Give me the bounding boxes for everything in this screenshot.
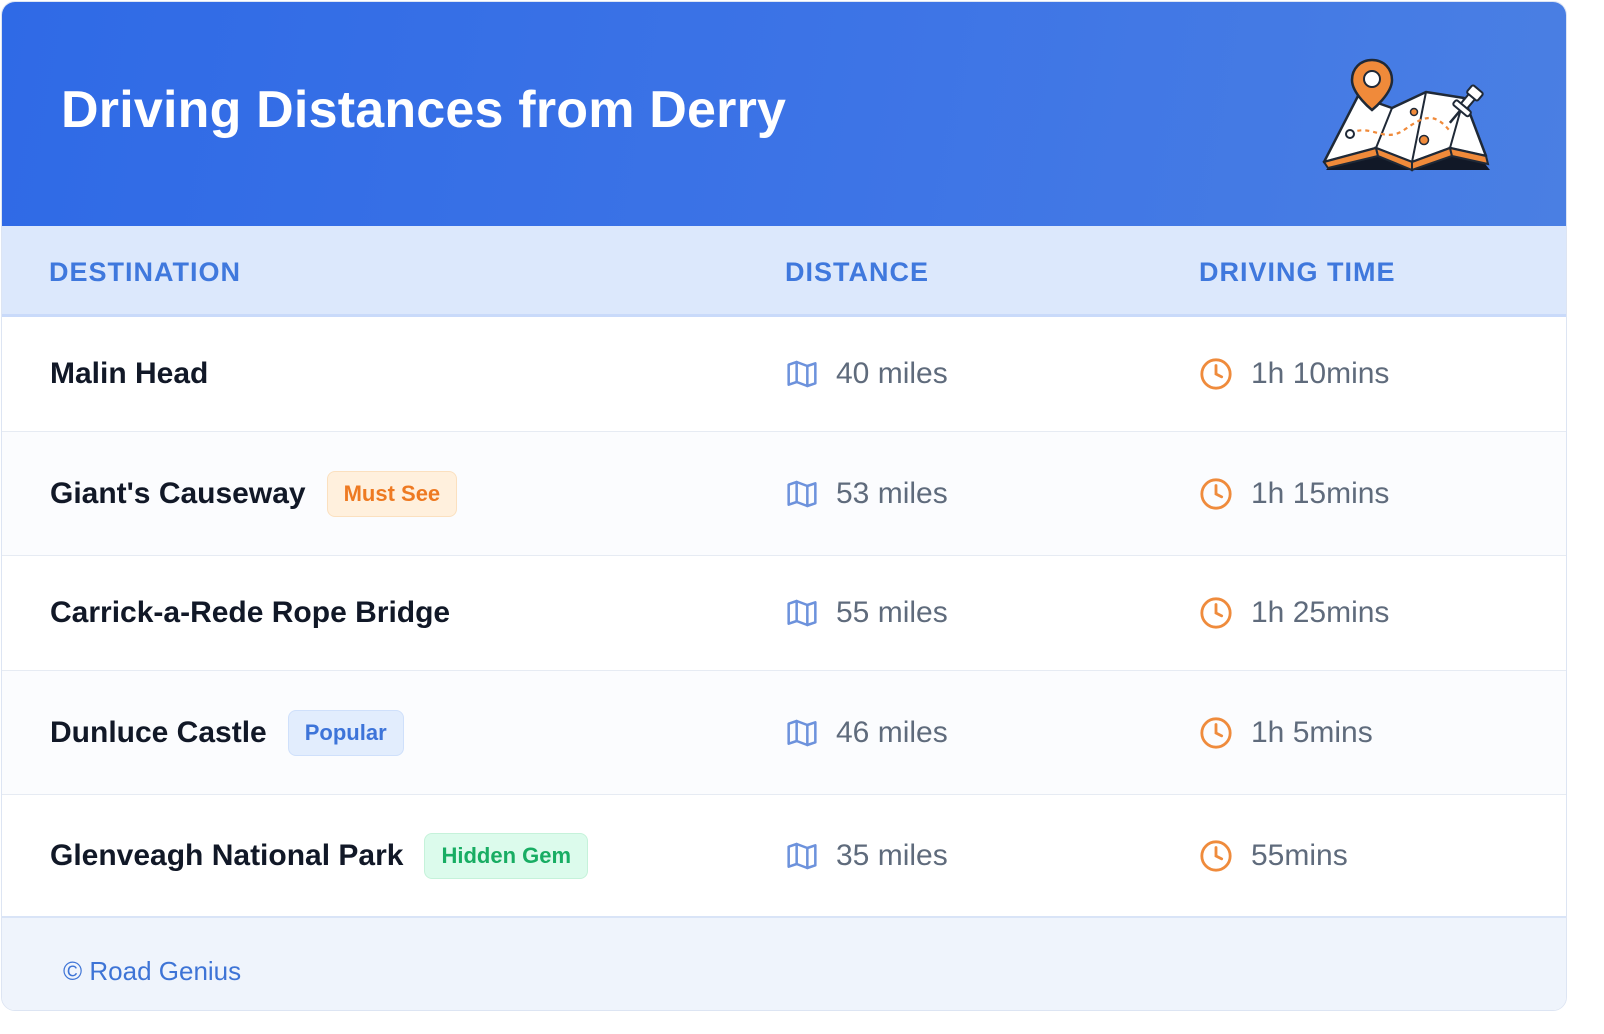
- map-icon: [786, 718, 818, 748]
- copyright-link[interactable]: © Road Genius: [63, 956, 241, 987]
- map-icon: [786, 359, 818, 389]
- table-row[interactable]: Carrick-a-Rede Rope Bridge 55 miles 1h 2…: [2, 556, 1566, 671]
- distance-cell: 40 miles: [786, 357, 948, 391]
- clock-icon: [1199, 839, 1233, 873]
- map-with-pins-icon: [1322, 58, 1490, 172]
- destination-name: Glenveagh National Park: [50, 838, 404, 872]
- column-header-destination[interactable]: DESTINATION: [49, 257, 241, 288]
- distance-value: 40 miles: [836, 357, 948, 390]
- clock-icon: [1199, 477, 1233, 511]
- destination-cell: Dunluce Castle Popular: [50, 709, 404, 756]
- distance-value: 35 miles: [836, 838, 948, 872]
- destination-name: Carrick-a-Rede Rope Bridge: [50, 596, 451, 629]
- time-cell: 1h 15mins: [1199, 477, 1389, 511]
- distance-card: Driving Distances from Derry DESTINATION…: [1, 1, 1567, 1011]
- distance-cell: 53 miles: [786, 477, 948, 511]
- clock-icon: [1199, 716, 1233, 750]
- clock-icon: [1199, 596, 1233, 630]
- distance-value: 55 miles: [836, 596, 948, 629]
- destination-cell: Giant's Causeway Must See: [50, 470, 458, 517]
- time-value: 1h 10mins: [1251, 357, 1390, 390]
- destination-name: Dunluce Castle: [50, 715, 267, 749]
- table-row[interactable]: Malin Head 40 miles 1h 10mins: [2, 317, 1566, 432]
- footer: © Road Genius: [2, 916, 1566, 1010]
- hidden-gem-badge: Hidden Gem: [424, 832, 589, 879]
- destination-name: Malin Head: [50, 357, 209, 390]
- distance-cell: 46 miles: [786, 716, 948, 750]
- time-cell: 55mins: [1199, 839, 1348, 873]
- time-cell: 1h 25mins: [1199, 596, 1389, 630]
- time-value: 1h 15mins: [1251, 476, 1390, 510]
- time-cell: 1h 10mins: [1199, 357, 1389, 391]
- must-see-badge: Must See: [326, 470, 458, 517]
- distance-cell: 35 miles: [786, 839, 948, 873]
- distance-cell: 55 miles: [786, 596, 948, 630]
- distance-value: 46 miles: [836, 715, 948, 749]
- popular-badge: Popular: [287, 709, 404, 756]
- column-header-distance[interactable]: DISTANCE: [785, 257, 929, 288]
- table-row[interactable]: Dunluce Castle Popular 46 miles 1h 5mins: [2, 671, 1566, 795]
- map-icon: [786, 479, 818, 509]
- time-value: 55mins: [1251, 838, 1348, 872]
- page-title: Driving Distances from Derry: [61, 81, 787, 139]
- column-header-driving-time[interactable]: DRIVING TIME: [1199, 257, 1396, 288]
- destination-cell: Malin Head: [50, 357, 208, 391]
- time-value: 1h 25mins: [1251, 596, 1390, 629]
- distance-value: 53 miles: [836, 476, 948, 510]
- table-row[interactable]: Giant's Causeway Must See 53 miles 1h 15…: [2, 432, 1566, 556]
- time-cell: 1h 5mins: [1199, 716, 1373, 750]
- destination-name: Giant's Causeway: [50, 476, 306, 510]
- clock-icon: [1199, 357, 1233, 391]
- table-header: DESTINATION DISTANCE DRIVING TIME: [2, 226, 1566, 317]
- table-row[interactable]: Glenveagh National Park Hidden Gem 35 mi…: [2, 795, 1566, 916]
- header-banner: Driving Distances from Derry: [2, 2, 1566, 226]
- map-icon: [786, 598, 818, 628]
- map-icon: [786, 841, 818, 871]
- destination-cell: Glenveagh National Park Hidden Gem: [50, 832, 589, 879]
- destination-cell: Carrick-a-Rede Rope Bridge: [50, 596, 450, 630]
- time-value: 1h 5mins: [1251, 715, 1373, 749]
